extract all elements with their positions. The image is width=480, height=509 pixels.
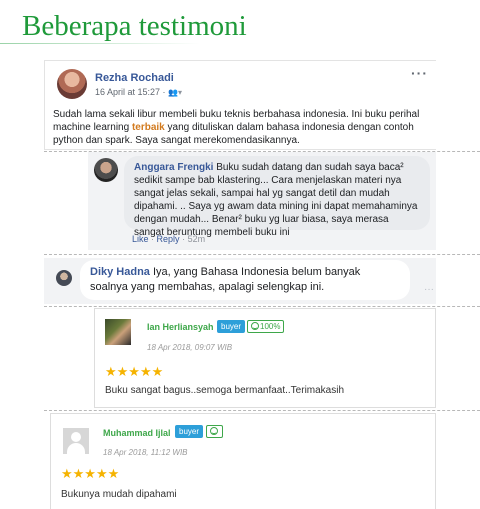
reviewer-name[interactable]: Ian Herliansyah xyxy=(147,322,214,332)
avatar[interactable] xyxy=(57,69,87,99)
comment-card: Diky Hadna Iya, yang Bahasa Indonesia be… xyxy=(44,258,436,304)
reputation-badge: 100% xyxy=(247,320,285,333)
review-text: Bukunya mudah dipahami xyxy=(61,489,177,500)
star-rating: ★★★★★ xyxy=(61,466,120,481)
smile-icon xyxy=(251,322,259,330)
post-author[interactable]: Rezha Rochadi xyxy=(95,72,174,84)
comment-text: Buku sudah datang dan sudah saya baca² s… xyxy=(134,162,418,238)
reply-link[interactable]: Reply xyxy=(157,234,180,244)
divider xyxy=(44,254,480,255)
review-date: 18 Apr 2018, 09:07 WIB xyxy=(147,343,233,352)
avatar[interactable] xyxy=(105,319,131,345)
avatar[interactable] xyxy=(94,158,118,182)
review-card: Muhammad Ijlal buyer 18 Apr 2018, 11:12 … xyxy=(50,413,436,509)
comment-author[interactable]: Diky Hadna xyxy=(90,266,150,278)
comment-author[interactable]: Anggara Frengki xyxy=(134,162,213,173)
review-text: Buku sangat bagus..semoga bermanfaat..Te… xyxy=(105,385,345,396)
like-link[interactable]: Like xyxy=(132,234,149,244)
post-meta: 16 April at 15:27 · 👥▾ xyxy=(95,87,182,97)
post-text: Sudah lama sekali libur membeli buku tek… xyxy=(53,109,420,146)
divider xyxy=(44,410,480,411)
default-avatar-icon[interactable] xyxy=(63,428,89,454)
divider xyxy=(44,306,480,307)
facebook-post-card: Rezha Rochadi 16 April at 15:27 · 👥▾ ···… xyxy=(44,60,436,150)
post-highlight: terbaik xyxy=(131,122,165,133)
reputation-badge xyxy=(206,425,223,438)
star-rating: ★★★★★ xyxy=(105,364,164,379)
reviewer-name[interactable]: Muhammad Ijlal xyxy=(103,428,171,438)
comment-card: Anggara Frengki Buku sudah datang dan su… xyxy=(88,152,436,250)
post-date[interactable]: 16 April at 15:27 · xyxy=(95,87,166,97)
comment-age[interactable]: 52m xyxy=(188,234,206,244)
smile-icon xyxy=(210,427,218,435)
comment-actions: Like · Reply · 52m xyxy=(132,234,206,244)
more-options-icon[interactable]: ··· xyxy=(411,65,428,81)
buyer-badge: buyer xyxy=(217,320,246,333)
page-title: Beberapa testimoni xyxy=(22,10,247,42)
comment-bubble: Diky Hadna Iya, yang Bahasa Indonesia be… xyxy=(80,260,410,300)
avatar[interactable] xyxy=(56,270,72,286)
review-date: 18 Apr 2018, 11:12 WIB xyxy=(103,448,188,457)
review-card: Ian Herliansyah buyer 100% 18 Apr 2018, … xyxy=(94,308,436,408)
buyer-badge: buyer xyxy=(175,425,204,438)
friends-icon[interactable]: 👥▾ xyxy=(168,88,182,97)
comment-bubble: Anggara Frengki Buku sudah datang dan su… xyxy=(124,156,430,238)
more-options-icon[interactable]: ··· xyxy=(424,284,434,295)
title-underline xyxy=(0,43,200,44)
